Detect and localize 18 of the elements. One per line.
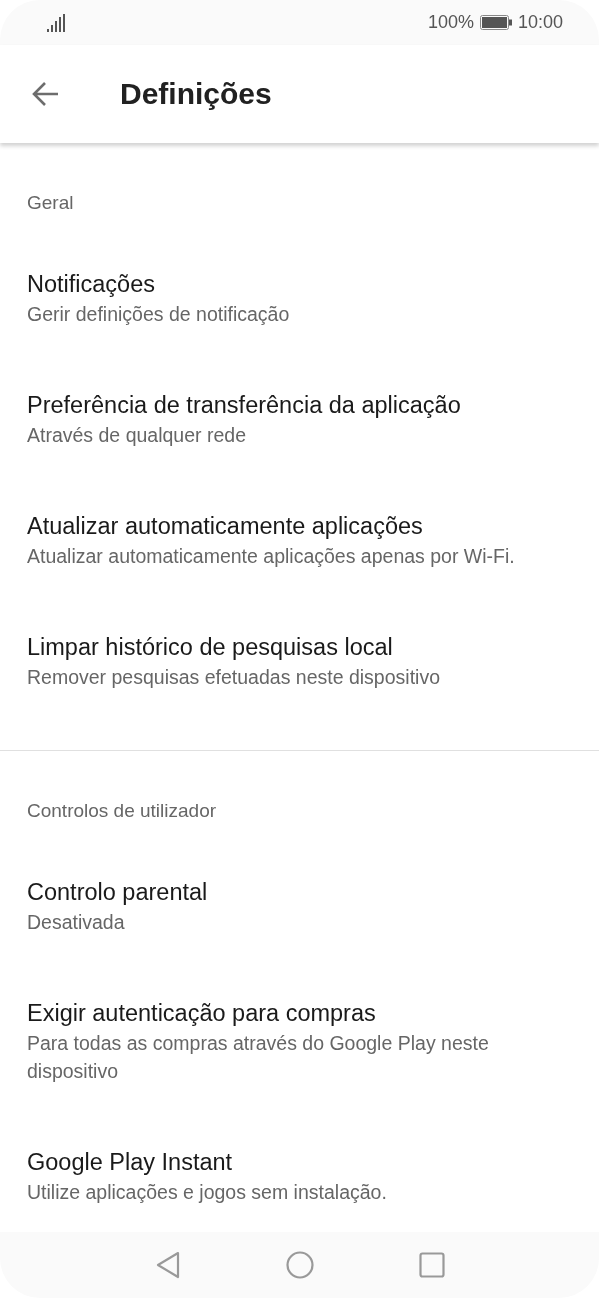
settings-item[interactable]: Exigir autenticação para compras Para todas as compras através do Google Play neste dispositivo <box>27 997 572 1085</box>
section-header: Controlos de utilizador <box>26 799 218 823</box>
battery-icon <box>479 15 512 30</box>
settings-item[interactable]: Preferência de transferência da aplicação Através de qualquer rede <box>27 389 572 449</box>
signal-icon <box>47 13 67 32</box>
settings-item[interactable]: Limpar histórico de pesquisas local Remover pesquisas efetuadas neste dispositivo <box>27 631 572 691</box>
settings-item[interactable]: Notificações Gerir definições de notificação <box>27 268 572 328</box>
section-header: Geral <box>26 191 75 215</box>
back-nav-button[interactable] <box>154 1251 181 1279</box>
settings-item[interactable]: Atualizar automaticamente aplicações Atualizar automaticamente aplicações apenas por Wi-Fi. <box>27 510 572 570</box>
recents-nav-button[interactable] <box>418 1252 445 1278</box>
settings-item[interactable]: Google Play Instant Utilize aplicações e jogos sem instalação. <box>27 1146 572 1206</box>
clock-time: 10:00 <box>517 12 563 33</box>
page-title: Definições <box>120 77 272 111</box>
home-nav-button[interactable] <box>285 1251 314 1279</box>
back-button[interactable] <box>32 80 60 108</box>
battery-percentage: 100% <box>427 12 474 33</box>
settings-item[interactable]: Controlo parental Desativada <box>27 876 572 936</box>
